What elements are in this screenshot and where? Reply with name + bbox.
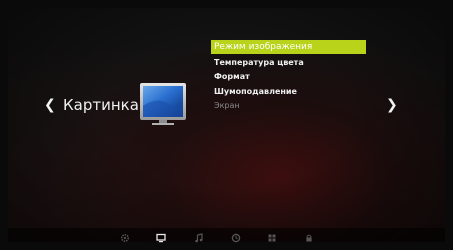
clock-icon[interactable]	[231, 233, 241, 243]
menu-item-color-temperature[interactable]: Температура цвета	[211, 56, 366, 69]
music-note-icon[interactable]	[194, 233, 204, 243]
tv-screen: ❮ Картинка Режим изображения Температура…	[0, 0, 453, 250]
menu-item-screen[interactable]: Экран	[211, 99, 366, 112]
grid-icon[interactable]	[267, 233, 277, 243]
chevron-right-icon[interactable]: ❯	[386, 98, 398, 112]
menu-item-noise-reduction[interactable]: Шумоподавление	[211, 85, 366, 98]
picture-menu: Режим изображения Температура цвета Форм…	[211, 40, 366, 114]
gear-icon[interactable]	[120, 233, 130, 243]
menu-item-format[interactable]: Формат	[211, 70, 366, 83]
bottom-bar	[8, 228, 445, 242]
category-title: Картинка	[63, 96, 139, 114]
lock-icon[interactable]	[304, 233, 314, 243]
chevron-left-icon[interactable]: ❮	[44, 98, 56, 112]
monitor-tab-icon[interactable]	[156, 233, 166, 243]
menu-item-picture-mode[interactable]: Режим изображения	[211, 40, 366, 54]
monitor-icon	[140, 83, 186, 125]
